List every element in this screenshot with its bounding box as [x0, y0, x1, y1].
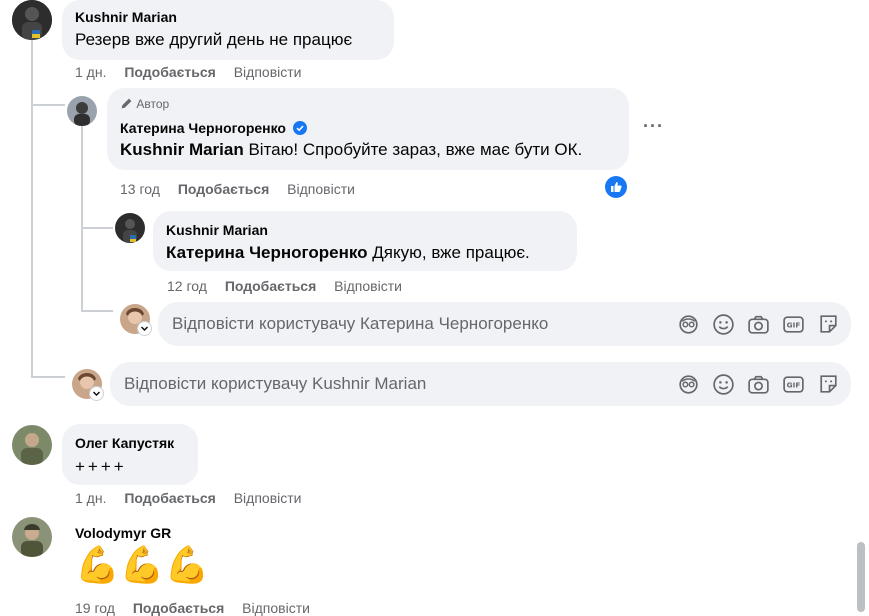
comment-actions: 1 дн. Подобається Відповісти — [75, 64, 301, 80]
comment-text: Kushnir Marian Вітаю! Спробуйте зараз, в… — [120, 140, 582, 160]
comment-bubble: Kushnir Marian Резерв вже другий день не… — [62, 0, 394, 60]
chevron-down-icon[interactable] — [90, 387, 103, 400]
like-button[interactable]: Подобається — [178, 181, 269, 197]
comment-author[interactable]: Volodymyr GR — [75, 525, 171, 541]
input-tools: GIF — [676, 372, 841, 397]
author-badge-label: Автор — [136, 97, 170, 111]
comment-bubble: Автор Катерина Черногоренко Kushnir Mari… — [107, 88, 629, 170]
gif-icon[interactable]: GIF — [781, 312, 806, 337]
thread-line — [31, 40, 33, 106]
avatar[interactable] — [12, 425, 52, 465]
comment-actions: 1 дн. Подобається Відповісти — [75, 490, 301, 506]
mention-link[interactable]: Kushnir Marian — [120, 140, 244, 159]
thread-line — [31, 104, 33, 376]
comment-bubble: Олег Капустяк ++++ — [62, 424, 198, 485]
comment-time[interactable]: 12 год — [167, 278, 207, 294]
comment-bubble: Kushnir Marian Катерина Черногоренко Дяк… — [153, 211, 577, 271]
comment-text: Катерина Черногоренко Дякую, вже працює. — [166, 243, 530, 263]
mention-link[interactable]: Катерина Черногоренко — [166, 243, 368, 262]
reply-input-placeholder: Відповісти користувачу Катерина Черногор… — [172, 314, 549, 333]
comment-actions: 12 год Подобається Відповісти — [167, 278, 402, 294]
gif-icon[interactable]: GIF — [781, 372, 806, 397]
emoji-icon[interactable] — [711, 372, 736, 397]
camera-icon[interactable] — [746, 372, 771, 397]
comment-author[interactable]: Kushnir Marian — [166, 222, 268, 238]
emoji-icon[interactable] — [711, 312, 736, 337]
avatar-image — [67, 96, 97, 126]
comment-author[interactable]: Олег Капустяк — [75, 435, 174, 451]
like-button[interactable]: Подобається — [124, 490, 215, 506]
thread-line — [31, 104, 65, 106]
reply-button[interactable]: Відповісти — [234, 490, 302, 506]
comment-text: Резерв вже другий день не працює — [75, 30, 353, 49]
comment-body: Дякую, вже працює. — [367, 243, 530, 262]
avatar[interactable] — [67, 96, 97, 126]
avatar[interactable] — [115, 213, 145, 243]
reply-button[interactable]: Відповісти — [334, 278, 402, 294]
camera-icon[interactable] — [746, 312, 771, 337]
reply-input-placeholder: Відповісти користувачу Kushnir Marian — [124, 374, 427, 393]
thread-line — [81, 125, 83, 311]
sticker-icon[interactable] — [816, 312, 841, 337]
comment-emoji-text: 💪💪💪 — [75, 545, 210, 586]
avatar-image — [12, 425, 52, 465]
avatar[interactable] — [12, 517, 52, 557]
like-button[interactable]: Подобається — [124, 64, 215, 80]
comment-time[interactable]: 13 год — [120, 181, 160, 197]
thread-line — [81, 227, 113, 229]
comment-body: Вітаю! Спробуйте зараз, вже має бути ОК. — [243, 140, 583, 159]
more-options-button[interactable]: ··· — [643, 116, 664, 137]
avatar-image — [12, 517, 52, 557]
thread-line — [81, 310, 113, 312]
reply-input[interactable]: Відповісти користувачу Катерина Черногор… — [158, 302, 851, 346]
avatar-sticker-icon[interactable] — [676, 312, 701, 337]
avatar-sticker-icon[interactable] — [676, 372, 701, 397]
pencil-icon — [121, 98, 132, 109]
comment-text: ++++ — [75, 457, 127, 476]
comment-time[interactable]: 1 дн. — [75, 490, 106, 506]
reply-input[interactable]: Відповісти користувачу Kushnir Marian GI… — [110, 362, 851, 406]
comment-author: Катерина Черногоренко — [120, 120, 307, 136]
verified-badge-icon — [292, 121, 307, 135]
svg-text:GIF: GIF — [787, 321, 801, 330]
comment-author-name[interactable]: Катерина Черногоренко — [120, 120, 286, 136]
comment-actions: 13 год Подобається Відповісти — [120, 181, 355, 197]
sticker-icon[interactable] — [816, 372, 841, 397]
reply-button[interactable]: Відповісти — [287, 181, 355, 197]
input-tools: GIF — [676, 312, 841, 337]
avatar-image — [12, 0, 52, 40]
like-button[interactable]: Подобається — [225, 278, 316, 294]
avatar[interactable] — [12, 0, 52, 40]
like-reaction-icon[interactable] — [605, 176, 627, 198]
scrollbar-thumb[interactable] — [857, 542, 865, 612]
svg-text:GIF: GIF — [787, 381, 801, 390]
avatar-image — [115, 213, 145, 243]
thread-line — [31, 376, 65, 378]
author-badge: Автор — [120, 97, 169, 111]
reply-button[interactable]: Відповісти — [234, 64, 302, 80]
chevron-down-icon[interactable] — [138, 322, 151, 335]
comment-author[interactable]: Kushnir Marian — [75, 9, 177, 25]
comment-time[interactable]: 1 дн. — [75, 64, 106, 80]
